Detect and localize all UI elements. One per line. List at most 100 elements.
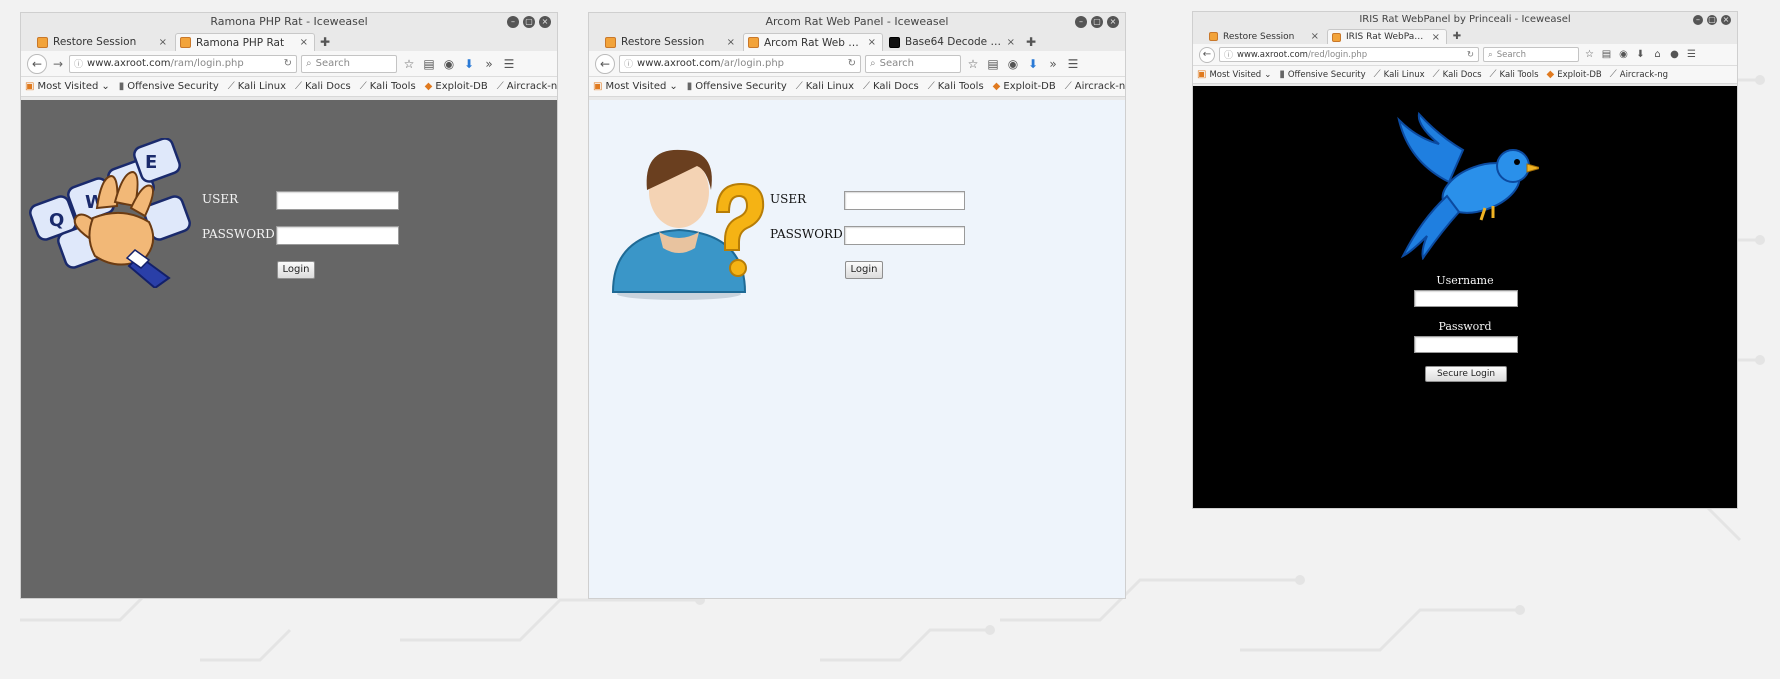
bookmark-kali-tools[interactable]: ⟋ Kali Tools — [1490, 69, 1539, 80]
url-bar[interactable]: ⓘ www.axroot.com/ram/login.php ↻ — [69, 54, 297, 73]
hamburger-menu-icon[interactable]: ☰ — [1685, 49, 1698, 60]
download-icon[interactable]: ⬇ — [1634, 49, 1647, 60]
bookmark-most-visited[interactable]: ▣ Most Visited ⌄ — [593, 81, 678, 92]
tab-close-icon[interactable]: × — [1007, 37, 1015, 48]
close-icon[interactable]: × — [539, 16, 551, 28]
bookmark-exploit-db[interactable]: ◆ Exploit-DB — [1547, 69, 1602, 80]
tab-arcom-rat-web-panel[interactable]: Arcom Rat Web Panel × — [743, 33, 883, 51]
nav-bar: ← → ⓘ www.axroot.com/ram/login.php ↻ ⌕ S… — [21, 51, 557, 77]
bookmark-exploit-db[interactable]: ◆ Exploit-DB — [993, 81, 1056, 92]
bookmark-kali-tools[interactable]: ⟋ Kali Tools — [928, 81, 984, 92]
password-input[interactable] — [844, 226, 965, 245]
aircrack-icon: ⟋ — [1609, 69, 1617, 80]
tab-close-icon[interactable]: × — [1311, 31, 1319, 42]
bookmark-kali-linux[interactable]: ⟋ Kali Linux — [228, 81, 286, 92]
bookmark-offensive-security[interactable]: ▮ Offensive Security — [1279, 69, 1365, 80]
password-input[interactable] — [1414, 336, 1518, 353]
new-tab-button[interactable]: ✚ — [1023, 33, 1039, 51]
minimize-icon[interactable]: – — [1075, 16, 1087, 28]
user-input[interactable] — [276, 191, 399, 210]
bookmark-aircrack-ng[interactable]: ⟋ Aircrack-ng — [1064, 81, 1125, 92]
hamburger-menu-icon[interactable]: ☰ — [1065, 57, 1081, 71]
user-input[interactable] — [844, 191, 965, 210]
tab-restore-session[interactable]: Restore Session × — [601, 33, 741, 51]
reload-icon[interactable]: ↻ — [1467, 50, 1474, 60]
bookmark-offensive-security[interactable]: ▮ Offensive Security — [119, 81, 219, 92]
bookmark-most-visited[interactable]: ▣ Most Visited ⌄ — [25, 81, 110, 92]
tab-iris-rat-webpanel[interactable]: IRIS Rat WebPanel by... × — [1327, 29, 1447, 44]
url-path: /red/login.php — [1307, 49, 1368, 60]
pocket-icon[interactable]: ◉ — [1617, 49, 1630, 60]
search-bar[interactable]: ⌕ Search — [1483, 47, 1579, 62]
bookmark-offensive-security[interactable]: ▮ Offensive Security — [687, 81, 787, 92]
pocket-icon[interactable]: ◉ — [441, 57, 457, 71]
bookmark-aircrack-ng[interactable]: ⟋ Aircrack-ng — [1610, 69, 1668, 80]
login-button[interactable]: Login — [277, 261, 315, 279]
new-tab-button[interactable]: ✚ — [1449, 29, 1465, 44]
password-input[interactable] — [276, 226, 399, 245]
url-bar[interactable]: ⓘ www.axroot.com/red/login.php ↻ — [1219, 47, 1479, 62]
back-arrow-icon[interactable]: ← — [1199, 46, 1215, 63]
home-icon[interactable]: ⌂ — [1651, 49, 1664, 60]
close-icon[interactable]: × — [1721, 15, 1731, 25]
key-q: Q — [49, 210, 64, 231]
back-arrow-icon[interactable]: ← — [27, 53, 47, 74]
bookmark-most-visited[interactable]: ▣ Most Visited ⌄ — [1197, 69, 1271, 80]
tab-close-icon[interactable]: × — [159, 37, 167, 48]
tab-close-icon[interactable]: × — [727, 37, 735, 48]
reading-list-icon[interactable]: ▤ — [985, 57, 1001, 71]
tab-ramona-php-rat[interactable]: Ramona PHP Rat × — [175, 33, 315, 51]
download-icon[interactable]: ⬇ — [1025, 57, 1041, 71]
hamburger-menu-icon[interactable]: ☰ — [501, 57, 517, 71]
login-button[interactable]: Login — [845, 261, 883, 279]
minimize-icon[interactable]: – — [507, 16, 519, 28]
bookmark-kali-linux[interactable]: ⟋ Kali Linux — [796, 81, 854, 92]
download-icon[interactable]: ⬇ — [461, 57, 477, 71]
bookmark-exploit-db[interactable]: ◆ Exploit-DB — [425, 81, 488, 92]
chat-icon[interactable]: ● — [1668, 49, 1681, 60]
reading-list-icon[interactable]: ▤ — [421, 57, 437, 71]
site-info-icon[interactable]: ⓘ — [1224, 48, 1233, 61]
bookmark-aircrack-ng[interactable]: ⟋ Aircrack-ng — [497, 81, 557, 92]
bookmark-star-icon[interactable]: ☆ — [1583, 49, 1596, 60]
chevron-down-icon: ⌄ — [101, 81, 110, 92]
aircrack-icon: ⟋ — [1064, 81, 1072, 92]
maximize-icon[interactable]: ▢ — [1707, 15, 1717, 25]
bookmark-kali-tools[interactable]: ⟋ Kali Tools — [360, 81, 416, 92]
overflow-chevron-icon[interactable]: » — [481, 57, 497, 71]
pocket-icon[interactable]: ◉ — [1005, 57, 1021, 71]
window-title-text: Arcom Rat Web Panel - Iceweasel — [765, 15, 949, 28]
bookmark-star-icon[interactable]: ☆ — [965, 57, 981, 71]
tab-close-icon[interactable]: × — [868, 37, 876, 48]
site-info-icon[interactable]: ⓘ — [74, 57, 83, 70]
tab-close-icon[interactable]: × — [1432, 32, 1440, 43]
kali-dragon-icon: ⟋ — [1373, 69, 1381, 80]
tab-close-icon[interactable]: × — [300, 37, 308, 48]
search-bar[interactable]: ⌕ Search — [301, 54, 397, 73]
browser-window-arcom: Arcom Rat Web Panel - Iceweasel – ▢ × Re… — [588, 12, 1126, 599]
tab-restore-session[interactable]: Restore Session × — [1205, 29, 1325, 44]
new-tab-button[interactable]: ✚ — [317, 33, 333, 51]
username-input[interactable] — [1414, 290, 1518, 307]
tab-restore-session[interactable]: Restore Session × — [33, 33, 173, 51]
overflow-chevron-icon[interactable]: » — [1045, 57, 1061, 71]
reload-icon[interactable]: ↻ — [284, 58, 292, 69]
bookmark-kali-docs[interactable]: ⟋ Kali Docs — [1433, 69, 1482, 80]
url-bar[interactable]: ⓘ www.axroot.com/ar/login.php ↻ — [619, 54, 861, 73]
tab-base64-decode[interactable]: Base64 Decode and E... × — [885, 33, 1021, 51]
bookmark-kali-docs[interactable]: ⟋ Kali Docs — [863, 81, 919, 92]
reload-icon[interactable]: ↻ — [848, 58, 856, 69]
bookmark-star-icon[interactable]: ☆ — [401, 57, 417, 71]
back-arrow-icon[interactable]: ← — [595, 53, 615, 74]
close-icon[interactable]: × — [1107, 16, 1119, 28]
bookmark-kali-docs[interactable]: ⟋ Kali Docs — [295, 81, 351, 92]
maximize-icon[interactable]: ▢ — [1091, 16, 1103, 28]
maximize-icon[interactable]: ▢ — [523, 16, 535, 28]
search-bar[interactable]: ⌕ Search — [865, 54, 961, 73]
minimize-icon[interactable]: – — [1693, 15, 1703, 25]
forward-arrow-icon[interactable]: → — [51, 57, 65, 71]
site-info-icon[interactable]: ⓘ — [624, 57, 633, 70]
reading-list-icon[interactable]: ▤ — [1600, 49, 1613, 60]
secure-login-button[interactable]: Secure Login — [1425, 366, 1507, 382]
bookmark-kali-linux[interactable]: ⟋ Kali Linux — [1374, 69, 1425, 80]
